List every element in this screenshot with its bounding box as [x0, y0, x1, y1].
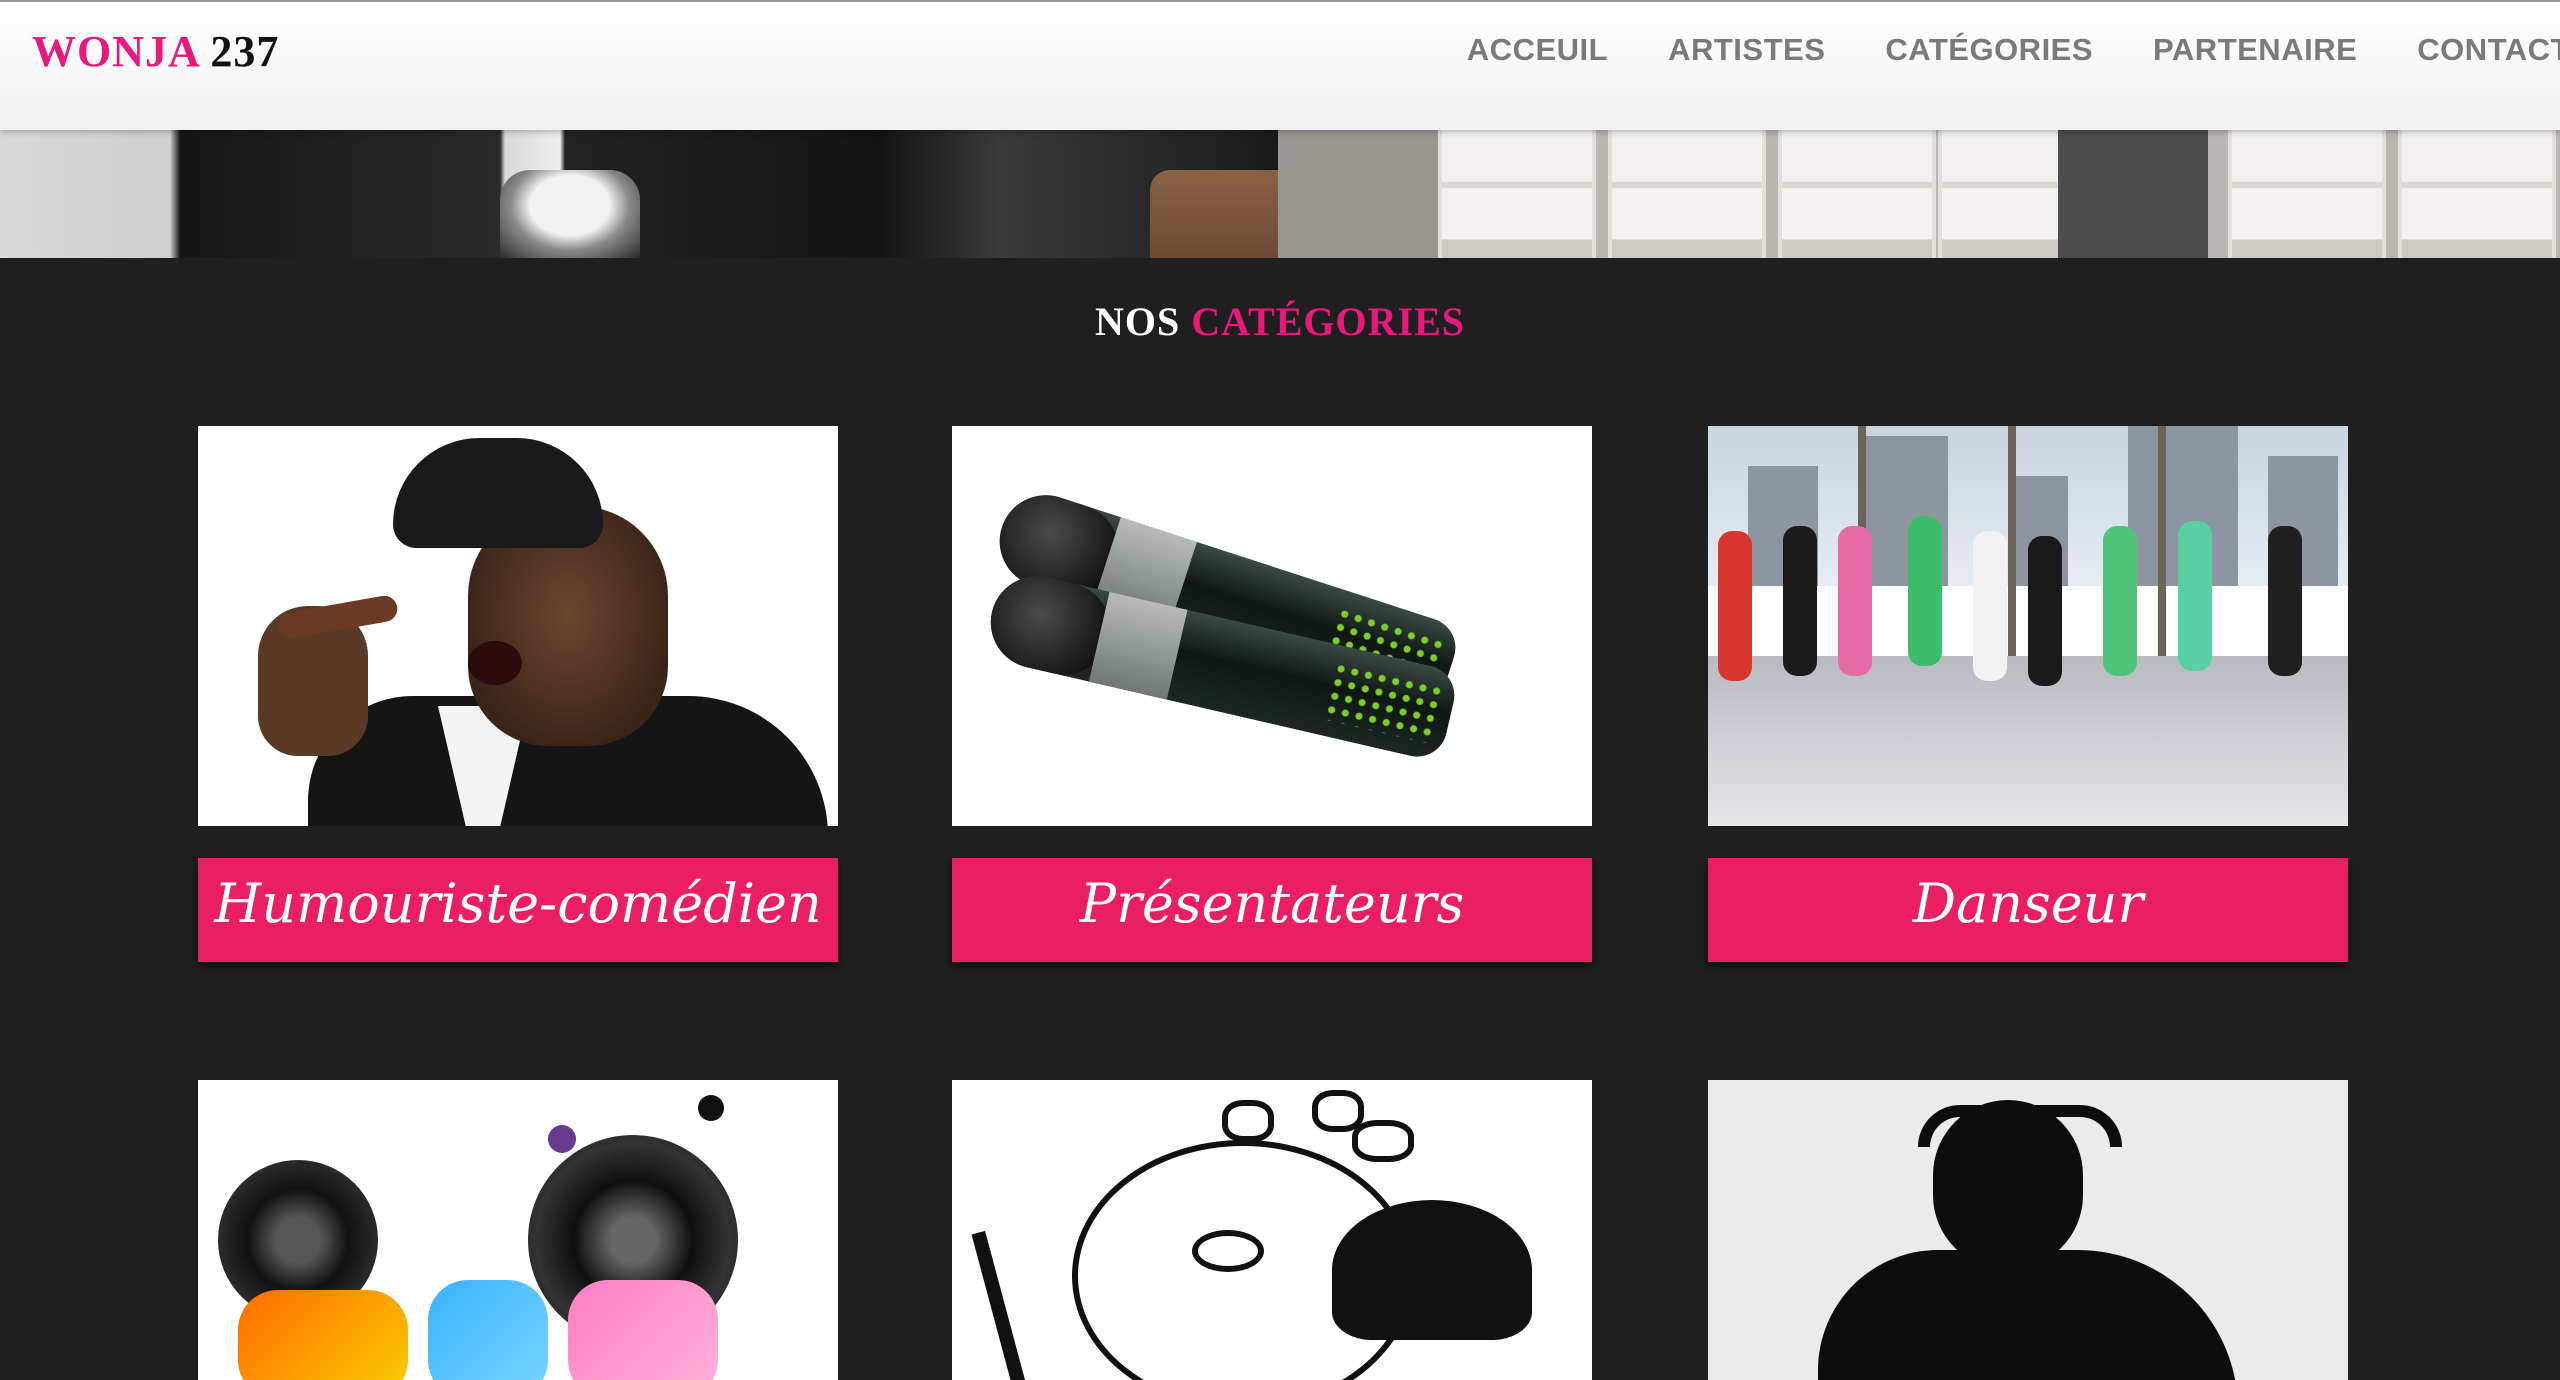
category-card-dj[interactable] [1708, 1080, 2348, 1380]
hero-info-panel [2058, 130, 2208, 258]
brand-logo[interactable]: WONJA 237 [32, 26, 279, 77]
magician-image[interactable] [952, 1080, 1592, 1380]
nav-link-contact[interactable]: CONTACT [2417, 32, 2560, 68]
main-nav: ACCEUIL ARTISTES CATÉGORIES PARTENAIRE C… [1407, 32, 2560, 68]
comedian-image[interactable] [198, 426, 838, 826]
window-bar [2158, 426, 2166, 666]
hero-image-shop-photo [1278, 130, 2560, 258]
nav-link-categories[interactable]: CATÉGORIES [1885, 32, 2093, 68]
hero-arm [1150, 170, 1278, 258]
navbar: WONJA 237 ACCEUIL ARTISTES CATÉGORIES PA… [0, 0, 2560, 130]
music-letter [568, 1280, 718, 1380]
dance-floor [1708, 656, 2348, 826]
music-image[interactable] [198, 1080, 838, 1380]
category-label[interactable]: Présentateurs [952, 858, 1592, 962]
brand-number: 237 [210, 27, 280, 76]
microphones-image[interactable] [952, 426, 1592, 826]
category-card-music[interactable] [198, 1080, 838, 1380]
music-letter [428, 1280, 548, 1380]
nav-link-accueil[interactable]: ACCEUIL [1467, 32, 1608, 68]
hero-shelf [2228, 130, 2386, 258]
comedian-cap [393, 438, 603, 548]
dj-image[interactable] [1708, 1080, 2348, 1380]
hero-shelf [1608, 130, 1766, 258]
bird [1222, 1100, 1274, 1142]
dancer [2178, 521, 2212, 671]
music-letter [238, 1290, 408, 1380]
dancer [1973, 531, 2007, 681]
dancer [1838, 526, 1872, 676]
comedian-mouth [468, 641, 522, 685]
hero-shelf [2398, 130, 2556, 258]
dancer [1718, 531, 1752, 681]
hero-wall [1278, 130, 1438, 258]
brand-name: WONJA [32, 27, 199, 76]
hero-tshirt-print [500, 170, 640, 258]
top-hat [1332, 1200, 1532, 1340]
window-bar [2008, 426, 2016, 666]
magic-wand [971, 1230, 1027, 1380]
section-title: NOS CATÉGORIES [0, 298, 2560, 345]
headphones-icon [1918, 1105, 2122, 1147]
dancer [1908, 516, 1942, 666]
section-title-main: CATÉGORIES [1191, 299, 1466, 344]
hero-shelf [1438, 130, 1596, 258]
magician-eye [1192, 1230, 1264, 1272]
dj-body [1818, 1250, 2238, 1380]
bird [1352, 1120, 1414, 1162]
section-title-prefix: NOS [1094, 299, 1181, 344]
category-label[interactable]: Humouriste-comédien [198, 858, 838, 962]
hero-shelf [1778, 130, 1936, 258]
category-card-magicien[interactable] [952, 1080, 1592, 1380]
category-card-humouriste[interactable]: Humouriste-comédien [198, 426, 838, 962]
hero-banner [0, 130, 2560, 258]
decor-dot [698, 1095, 724, 1121]
dancer [2268, 526, 2302, 676]
dancer [2103, 526, 2137, 676]
mic-dots [1322, 660, 1444, 744]
hero-image-band-photo [0, 130, 1278, 258]
nav-link-artistes[interactable]: ARTISTES [1668, 32, 1825, 68]
category-card-presentateurs[interactable]: Présentateurs [952, 426, 1592, 962]
nav-link-partenaire[interactable]: PARTENAIRE [2153, 32, 2357, 68]
dancer [1783, 526, 1817, 676]
dancer [2028, 536, 2062, 686]
category-label[interactable]: Danseur [1708, 858, 2348, 962]
dancers-image[interactable] [1708, 426, 2348, 826]
decor-dot [548, 1125, 576, 1153]
category-card-danseur[interactable]: Danseur [1708, 426, 2348, 962]
